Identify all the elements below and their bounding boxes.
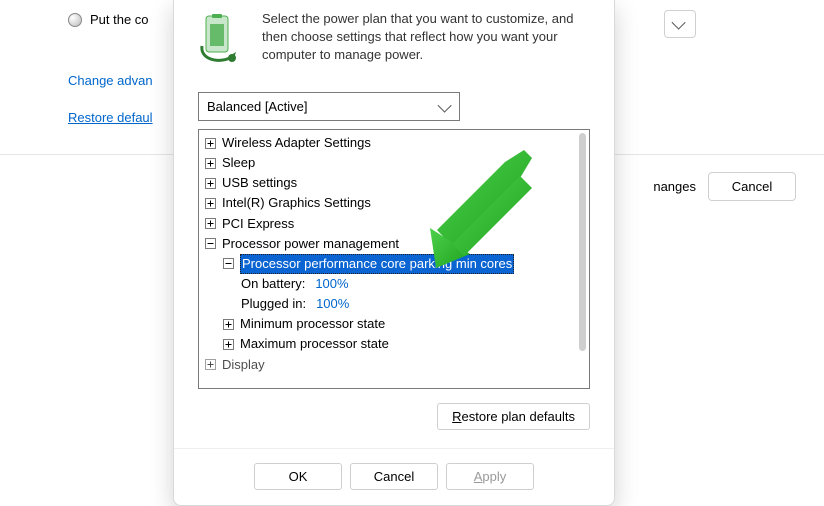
dialog-cancel-button[interactable]: Cancel (350, 463, 438, 490)
apply-button[interactable]: Apply (446, 463, 534, 490)
tree-max-proc-state[interactable]: Maximum processor state (205, 334, 589, 354)
tree-label: Display (222, 355, 265, 375)
tree-display[interactable]: Display (205, 355, 589, 375)
bg-put-text: Put the co (90, 12, 149, 27)
chevron-down-icon (438, 98, 452, 112)
restore-defaults-link[interactable]: Restore defaul (68, 110, 153, 125)
expand-icon[interactable] (205, 198, 216, 209)
tree-on-battery[interactable]: On battery: 100% (205, 274, 589, 294)
expand-icon[interactable] (205, 218, 216, 229)
ok-button[interactable]: OK (254, 463, 342, 490)
expand-icon[interactable] (205, 138, 216, 149)
expand-icon[interactable] (223, 319, 234, 330)
bg-dropdown[interactable] (664, 10, 696, 38)
bg-cancel-button[interactable]: Cancel (708, 172, 796, 201)
power-plan-icon (198, 14, 244, 66)
tree-label: Minimum processor state (240, 314, 385, 334)
tree-label: Processor power management (222, 234, 399, 254)
tree-min-proc-state[interactable]: Minimum processor state (205, 314, 589, 334)
dialog-button-row: OK Cancel Apply (174, 463, 614, 506)
tree-label: PCI Express (222, 214, 294, 234)
change-advanced-link[interactable]: Change advan (68, 73, 153, 88)
kv-label: Plugged in: (241, 294, 306, 314)
settings-tree-box: Wireless Adapter Settings Sleep USB sett… (198, 129, 590, 389)
tree-pci[interactable]: PCI Express (205, 214, 589, 234)
tree-plugged-in[interactable]: Plugged in: 100% (205, 294, 589, 314)
restore-plan-defaults-button[interactable]: Restore plan defaults (437, 403, 590, 430)
tree-label: Maximum processor state (240, 334, 389, 354)
kv-label: On battery: (241, 274, 305, 294)
bg-changes-fragment: nanges (653, 179, 698, 194)
bg-button-row: nanges Cancel (653, 172, 796, 201)
settings-tree[interactable]: Wireless Adapter Settings Sleep USB sett… (199, 130, 589, 388)
tree-label: Wireless Adapter Settings (222, 133, 371, 153)
tree-wireless[interactable]: Wireless Adapter Settings (205, 133, 589, 153)
tree-sleep[interactable]: Sleep (205, 153, 589, 173)
tree-usb[interactable]: USB settings (205, 173, 589, 193)
expand-icon[interactable] (205, 359, 216, 370)
tree-label: Intel(R) Graphics Settings (222, 193, 371, 213)
plan-select-dropdown[interactable]: Balanced [Active] (198, 92, 460, 121)
tree-scrollbar[interactable] (579, 133, 586, 351)
dialog-intro-text: Select the power plan that you want to c… (262, 10, 590, 66)
kv-value[interactable]: 100% (315, 274, 348, 294)
tree-intel-gfx[interactable]: Intel(R) Graphics Settings (205, 193, 589, 213)
tree-label-selected: Processor performance core parking min c… (240, 254, 514, 274)
dialog-intro: Select the power plan that you want to c… (198, 10, 590, 66)
collapse-icon[interactable] (223, 258, 234, 269)
power-options-dialog: Select the power plan that you want to c… (173, 0, 615, 506)
tree-label: USB settings (222, 173, 297, 193)
expand-icon[interactable] (205, 178, 216, 189)
expand-icon[interactable] (223, 339, 234, 350)
plan-select-label: Balanced [Active] (207, 99, 307, 114)
collapse-icon[interactable] (205, 238, 216, 249)
expand-icon[interactable] (205, 158, 216, 169)
chevron-down-icon (672, 16, 686, 30)
tree-label: Sleep (222, 153, 255, 173)
tree-processor-power[interactable]: Processor power management (205, 234, 589, 254)
bullet-icon (68, 13, 82, 27)
dialog-separator (174, 448, 614, 449)
kv-value[interactable]: 100% (316, 294, 349, 314)
tree-core-parking-min[interactable]: Processor performance core parking min c… (205, 254, 589, 274)
